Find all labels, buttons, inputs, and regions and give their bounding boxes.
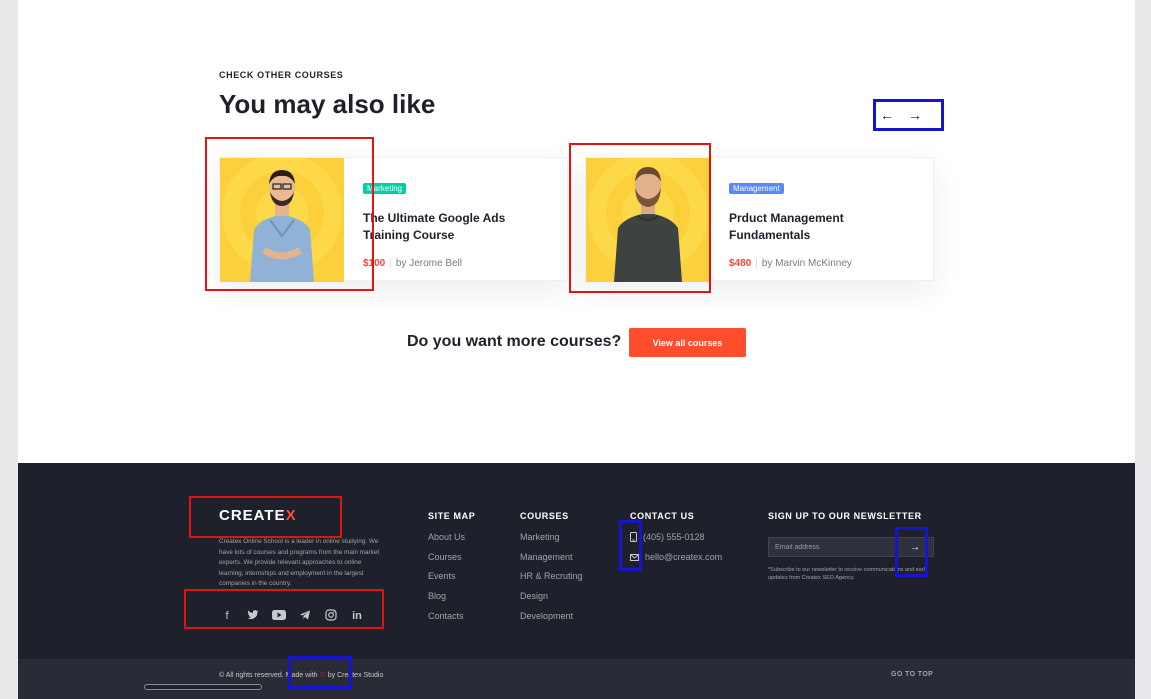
- page: CHECK OTHER COURSES You may also like ← …: [18, 0, 1135, 699]
- section-title: You may also like: [219, 89, 436, 119]
- meta-separator: |: [755, 258, 758, 269]
- courses-heading: COURSES: [520, 511, 569, 521]
- course-info: Marketing The Ultimate Google Ads Traini…: [363, 178, 553, 269]
- copyright: © All rights reserved. Made with ♡ by Cr…: [219, 671, 383, 679]
- course-link-design[interactable]: Design: [520, 591, 583, 611]
- course-link-marketing[interactable]: Marketing: [520, 532, 583, 552]
- facebook-icon[interactable]: f: [220, 609, 234, 623]
- instagram-icon[interactable]: [324, 609, 338, 623]
- contact-phone[interactable]: (405) 555-0128: [630, 532, 705, 542]
- course-price: $100: [363, 258, 386, 269]
- course-image: [220, 158, 344, 282]
- course-link-development[interactable]: Development: [520, 611, 583, 631]
- course-meta: $100 | by Jerome Bell: [363, 258, 553, 269]
- mail-icon: [630, 553, 639, 561]
- more-courses-question: Do you want more courses?: [407, 333, 622, 350]
- newsletter-disclaimer: *Subscribe to our newsletter to receive …: [768, 567, 928, 581]
- section-eyebrow: CHECK OTHER COURSES: [219, 70, 344, 80]
- sitemap-link-about[interactable]: About Us: [428, 532, 465, 552]
- social-links: f in: [220, 609, 364, 623]
- telegram-icon[interactable]: [298, 609, 312, 623]
- sitemap-link-courses[interactable]: Courses: [428, 552, 465, 572]
- footer-bottom-bar: © All rights reserved. Made with ♡ by Cr…: [18, 659, 1135, 699]
- horizontal-scrollbar[interactable]: [144, 684, 262, 690]
- view-all-courses-button[interactable]: View all courses: [629, 328, 746, 357]
- heart-icon: ♡: [319, 672, 326, 679]
- course-price: $480: [729, 258, 752, 269]
- newsletter-submit-button[interactable]: →: [896, 537, 934, 557]
- course-meta: $480 | by Marvin McKinney: [729, 258, 919, 269]
- course-info: Management Prduct Management Fundamental…: [729, 178, 919, 269]
- footer: CREATEX Createx Online School is a leade…: [18, 463, 1135, 699]
- sitemap-link-contacts[interactable]: Contacts: [428, 611, 465, 631]
- contact-phone-text: (405) 555-0128: [643, 532, 705, 542]
- logo-text: CREATE: [219, 507, 286, 524]
- footer-about-text: Createx Online School is a leader in onl…: [219, 538, 380, 587]
- logo-x-mark: X: [285, 507, 297, 524]
- course-title[interactable]: Prduct Management Fundamentals: [729, 210, 919, 244]
- go-to-top-link[interactable]: GO TO TOP: [891, 671, 933, 678]
- sitemap-link-blog[interactable]: Blog: [428, 591, 465, 611]
- course-category-badge: Marketing: [363, 183, 407, 194]
- linkedin-icon[interactable]: in: [350, 609, 364, 623]
- contact-email-text: hello@createx.com: [645, 552, 723, 562]
- contact-email[interactable]: hello@createx.com: [630, 552, 722, 562]
- carousel-controls: ← →: [878, 105, 924, 125]
- sitemap-link-events[interactable]: Events: [428, 571, 465, 591]
- courses-list: Marketing Management HR & Recruting Desi…: [520, 532, 583, 630]
- carousel-prev-button[interactable]: ←: [878, 105, 896, 125]
- meta-separator: |: [389, 258, 392, 269]
- twitter-icon[interactable]: [246, 609, 260, 623]
- course-link-management[interactable]: Management: [520, 552, 583, 572]
- course-card[interactable]: Marketing The Ultimate Google Ads Traini…: [219, 157, 568, 282]
- course-link-hr[interactable]: HR & Recruting: [520, 571, 583, 591]
- youtube-icon[interactable]: [272, 609, 286, 623]
- course-author: by Jerome Bell: [395, 258, 462, 269]
- course-card[interactable]: Management Prduct Management Fundamental…: [585, 157, 934, 282]
- newsletter-email-input[interactable]: [768, 537, 896, 557]
- newsletter-heading: SIGN UP TO OUR NEWSLETTER: [768, 511, 922, 521]
- copyright-suffix[interactable]: by Createx Studio: [328, 672, 384, 679]
- createx-logo[interactable]: CREATEX: [219, 507, 297, 524]
- course-category-badge: Management: [729, 183, 784, 194]
- contact-heading: CONTACT US: [630, 511, 695, 521]
- sitemap-heading: SITE MAP: [428, 511, 476, 521]
- course-author: by Marvin McKinney: [761, 258, 852, 269]
- course-title[interactable]: The Ultimate Google Ads Training Course: [363, 210, 553, 244]
- phone-icon: [630, 532, 637, 542]
- course-image: [586, 158, 710, 282]
- carousel-next-button[interactable]: →: [906, 105, 924, 125]
- sitemap-list: About Us Courses Events Blog Contacts: [428, 532, 465, 630]
- copyright-prefix: © All rights reserved. Made with: [219, 672, 318, 679]
